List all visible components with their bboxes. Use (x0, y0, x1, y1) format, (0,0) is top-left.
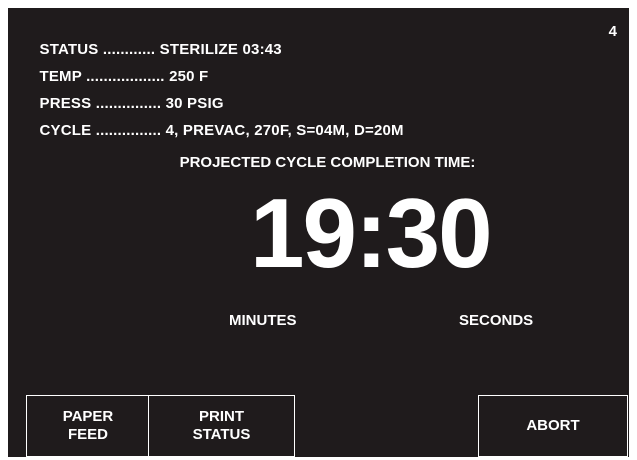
cycle-dots: ............... (95, 122, 162, 139)
cycle-key: CYCLE (39, 122, 92, 139)
minutes-label: MINUTES (229, 312, 297, 329)
print-status-button[interactable]: PRINT STATUS (148, 395, 295, 457)
paper-feed-label-line1: PAPER (62, 408, 114, 425)
paper-feed-label-line2: FEED (67, 426, 108, 443)
abort-button[interactable]: ABORT (478, 395, 628, 457)
seconds-label: SECONDS (459, 312, 534, 329)
print-status-label-line1: PRINT (199, 408, 244, 425)
cycle-value: 4, PREVAC, 270F, S=04M, D=20M (165, 122, 404, 139)
status-line-cycle: CYCLE ............... 4, PREVAC, 270F, S… (22, 104, 404, 158)
corner-number: 4 (608, 23, 617, 40)
abort-label: ABORT (526, 417, 580, 434)
paper-feed-button[interactable]: PAPER FEED (26, 395, 150, 457)
control-panel-screen: STATUS ............ STERILIZE 03:43 TEMP… (8, 8, 629, 457)
completion-timer: 19:30 (250, 178, 493, 288)
projected-completion-label: PROJECTED CYCLE COMPLETION TIME: (179, 154, 476, 171)
print-status-label-line2: STATUS (192, 426, 251, 443)
